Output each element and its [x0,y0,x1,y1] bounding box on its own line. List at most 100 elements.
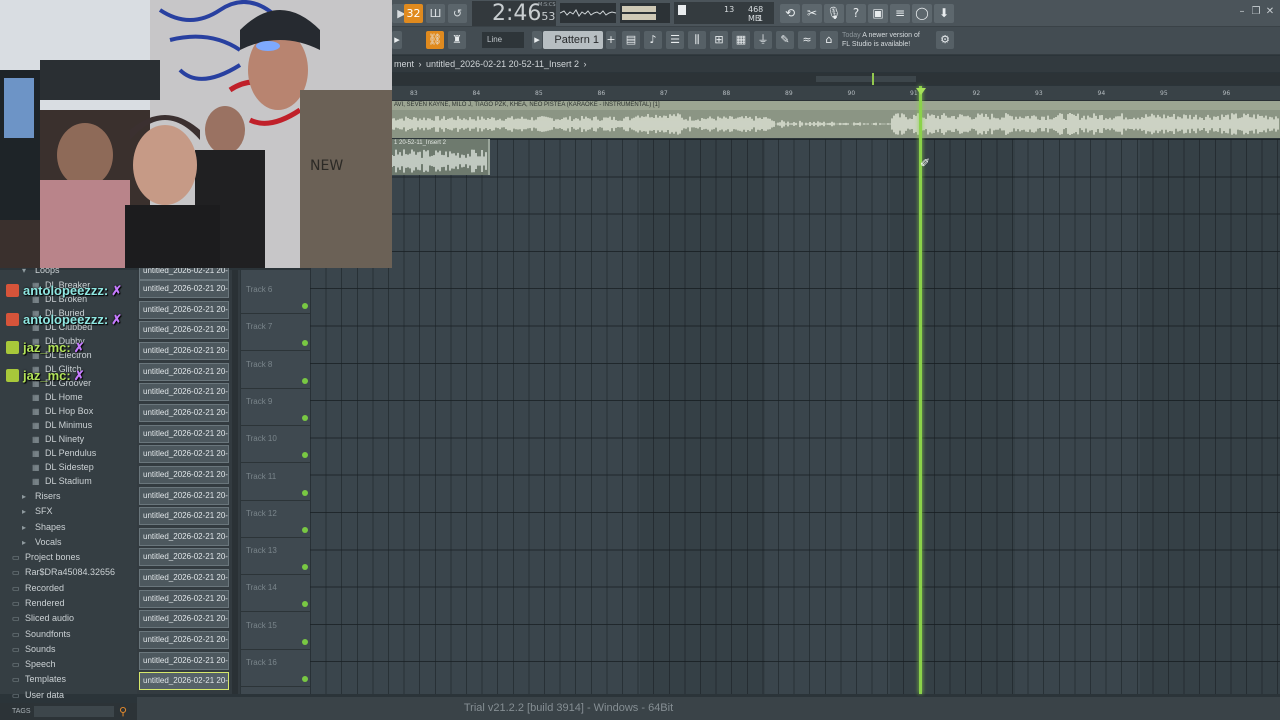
download-icon[interactable]: ⬇ [934,4,954,23]
track-header[interactable]: Track 13 [241,538,310,576]
clip-list-item[interactable]: untitled_2026-02-21 20- [139,403,229,422]
mic-icon[interactable]: 🎙 [824,4,844,23]
track-enable-icon[interactable] [302,526,308,533]
channel-rack-icon[interactable]: ☰ [666,31,684,49]
undo-icon[interactable]: ⟲ [780,4,800,23]
clip-list-item[interactable]: untitled_2026-02-21 20- [139,465,229,484]
piano-roll-icon[interactable]: ♪ [644,31,662,49]
browser-item[interactable]: ▦ DL Hop Box [32,404,93,418]
clip-list-item[interactable]: untitled_2026-02-21 20- [139,507,229,526]
playhead-marker[interactable] [916,88,926,95]
clip-list-item[interactable]: untitled_2026-02-21 20- [139,321,229,340]
browser-item[interactable]: ▸ Shapes [22,520,66,534]
mixer-icon[interactable]: ≡ [890,4,910,23]
browser-item[interactable]: ▭ Project bones [12,550,80,564]
clip-list-item[interactable]: untitled_2026-02-21 20- [139,651,229,670]
mixer-icon[interactable]: ⫼ [688,31,706,49]
track-enable-icon[interactable] [302,377,308,384]
track-header[interactable]: Track 8 [241,352,310,389]
playlist-grid[interactable] [310,139,1280,694]
browser-item[interactable]: ▭ Recorded [12,581,64,595]
track-header[interactable]: Track 14 [241,575,310,613]
help-icon[interactable]: ? [846,4,866,23]
timeline-ruler[interactable]: 83 84 85 86 87 88 89 90 91 92 93 94 95 96 [392,86,1280,101]
cart-icon[interactable]: ⌂ [820,31,838,49]
browser-item[interactable]: ▦ DL Pendulus [32,446,96,460]
track-header[interactable]: Track 10 [241,426,310,464]
clip-list-item[interactable]: untitled_2026-02-21 20- [139,486,229,505]
step-icon[interactable]: Ш [426,4,445,23]
pattern-prev-icon[interactable]: ▸ [532,31,542,49]
clip-list-item[interactable]: untitled_2026-02-21 20- [139,672,229,691]
clip-list-item[interactable]: untitled_2026-02-21 20- [139,424,229,443]
track-enable-icon[interactable] [302,452,308,459]
stamp-icon[interactable]: ♜ [448,31,466,49]
snap-selector[interactable]: Line [482,32,524,48]
browser-search-input[interactable] [34,706,114,717]
browser-item[interactable]: ▸ Risers [22,489,61,503]
browser-item[interactable]: ▭ Sounds [12,642,56,656]
plug-icon[interactable]: ⏚ [754,31,772,49]
track-enable-icon[interactable] [302,340,308,347]
breadcrumb-prefix[interactable]: ment [394,59,414,69]
clip-list-item[interactable]: untitled_2026-02-21 20- [139,631,229,650]
clip-list-item[interactable]: untitled_2026-02-21 20- [139,445,229,464]
pattern-selector[interactable]: Pattern 1 [543,31,603,49]
wave-icon[interactable]: ≈ [798,31,816,49]
cut-icon[interactable]: ✂ [802,4,822,23]
maximize-icon[interactable]: ❐ [1250,6,1262,18]
clip-list-scrollbar[interactable] [232,270,238,694]
browser-item[interactable]: ▦ DL Ninety [32,432,84,446]
browser-item[interactable]: ▭ Rendered [12,596,65,610]
audio-clip-insert[interactable]: 1 20-52-11_Insert 2 [391,139,490,175]
clip-list-item[interactable]: untitled_2026-02-21 20- [139,548,229,567]
chat-icon[interactable]: ◯ [912,4,932,23]
audio-clip-instrumental[interactable]: AVI, SEVEN KAYNE, MILO J, TIAGO PZK, KHE… [392,101,1280,138]
track-header[interactable]: Track 15 [241,613,310,650]
browser-item[interactable]: ▸ SFX [22,504,53,518]
browser-item[interactable]: ▭ Soundfonts [12,627,71,641]
track-enable-icon[interactable] [302,601,308,608]
browser-item[interactable]: ▭ Sliced audio [12,611,74,625]
playlist-icon[interactable]: ▤ [622,31,640,49]
browser-item[interactable]: ▦ DL Stadium [32,474,92,488]
track-enable-icon[interactable] [302,489,308,496]
browser-item[interactable]: ▸ Vocals [22,535,62,549]
clip-list-item[interactable]: untitled_2026-02-21 20- [139,527,229,546]
pattern-add-icon[interactable]: + [606,31,616,49]
track-enable-icon[interactable] [302,303,308,309]
save-icon[interactable]: ▣ [868,4,888,23]
tools-icon[interactable]: ✎ [776,31,794,49]
track-header[interactable]: Track 6 [241,277,310,314]
clip-list-item[interactable]: untitled_2026-02-21 20- [139,280,229,298]
track-enable-icon[interactable] [302,564,308,571]
clip-list-item[interactable]: untitled_2026-02-21 20- [139,569,229,588]
track-header[interactable]: Track 11 [241,464,310,501]
clip-list-item[interactable]: untitled_2026-02-21 20- [139,383,229,402]
track-header[interactable]: Track 12 [241,501,310,538]
tempo-button[interactable]: 32 [404,4,423,23]
breadcrumb-item[interactable]: untitled_2026-02-21 20-52-11_Insert 2 [426,59,579,69]
link-icon[interactable]: ⛓ [426,31,444,49]
news-settings-icon[interactable]: ⚙ [936,31,954,49]
playhead[interactable] [919,86,922,694]
close-icon[interactable]: ✕ [1264,6,1276,18]
track-header[interactable]: Track 9 [241,389,310,426]
track-header[interactable]: Track 7 [241,314,310,352]
browser-icon[interactable]: ▦ [732,31,750,49]
horizontal-scrollbar[interactable] [392,73,1280,85]
clip-list-item[interactable]: untitled_2026-02-21 20- [139,341,229,360]
time-display[interactable]: 2:4653 M:S:CS [472,1,556,26]
track-header[interactable]: Track 16 [241,650,310,687]
browser-item[interactable]: ▦ DL Minimus [32,418,92,432]
arrow-right-icon[interactable]: ▸ [392,31,402,49]
clip-list-item[interactable]: untitled_2026-02-21 20- [139,300,229,319]
browser-item[interactable]: ▦ DL Home [32,390,83,404]
browser-item[interactable]: ▦ DL Sidestep [32,460,94,474]
scrollbar-thumb[interactable] [816,76,916,82]
clip-list-item[interactable]: untitled_2026-02-21 20- [139,589,229,608]
clip-list-item[interactable]: untitled_2026-02-21 20- [139,610,229,629]
browser-item[interactable]: ▭ Rar$DRa45084.32656 [12,565,115,579]
browser-item[interactable]: ▭ Templates [12,672,66,686]
minimize-icon[interactable]: – [1236,6,1248,18]
